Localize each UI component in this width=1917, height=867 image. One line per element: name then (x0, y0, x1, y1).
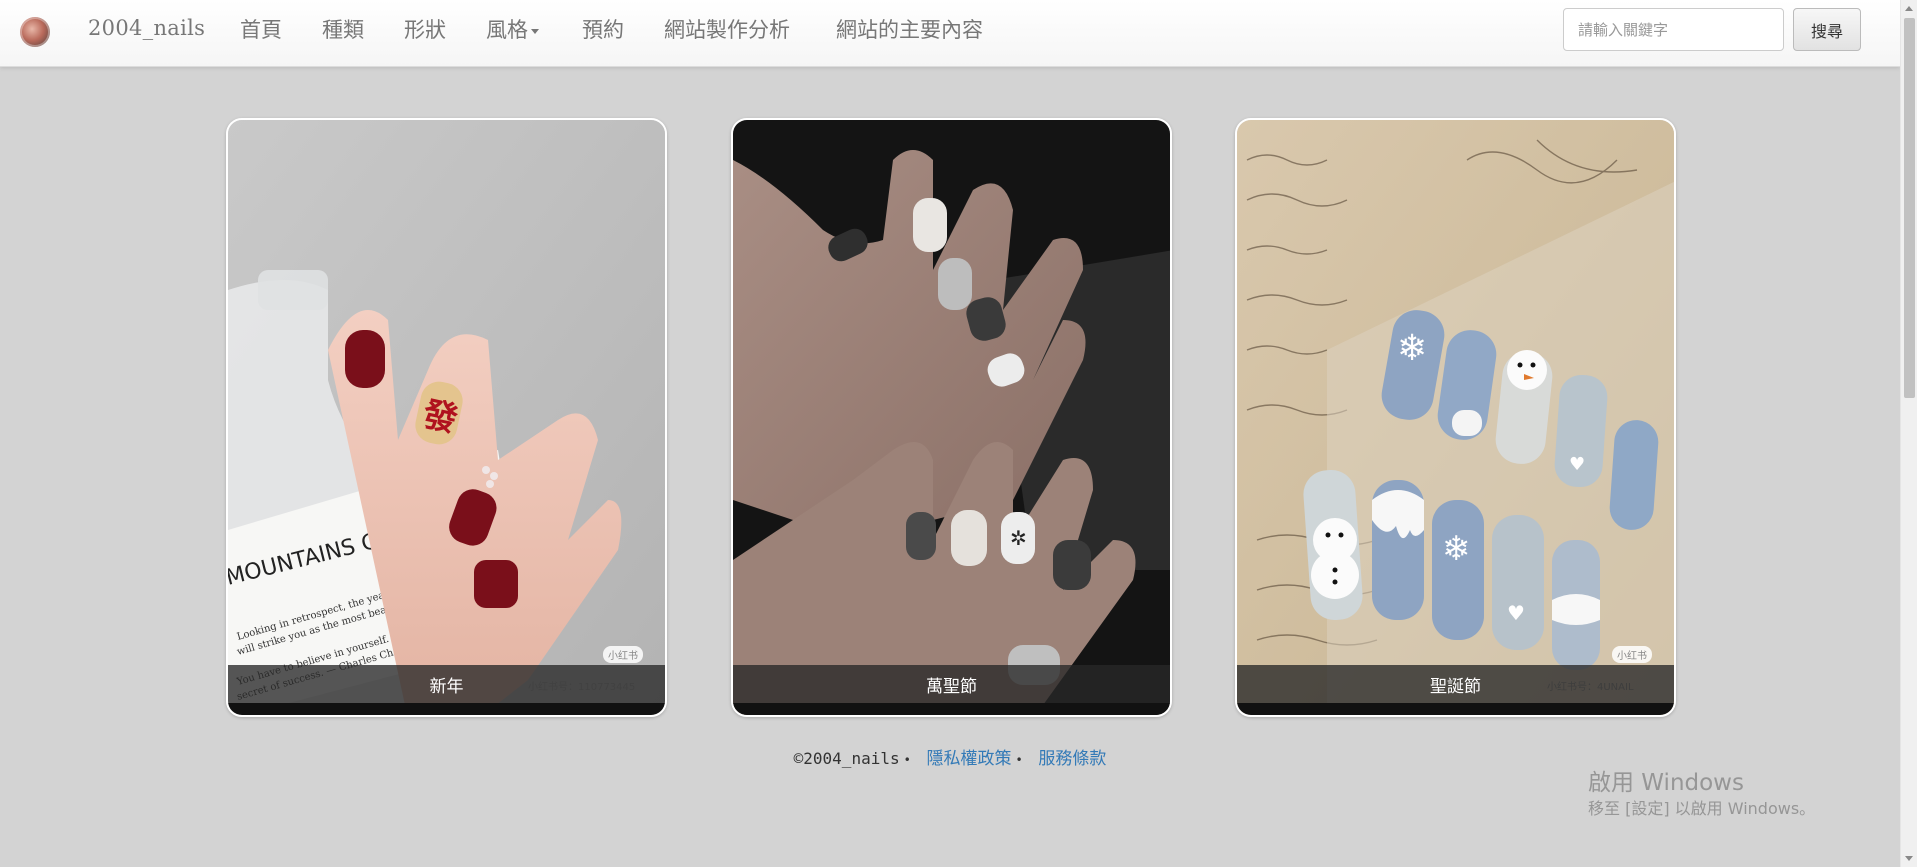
search-input[interactable] (1563, 8, 1784, 51)
search-button[interactable]: 搜尋 (1793, 8, 1861, 51)
svg-text:♥: ♥ (1569, 454, 1585, 475)
svg-text:❄: ❄ (1442, 529, 1471, 569)
windows-activation-title: 啟用 Windows (1588, 770, 1744, 796)
card-caption: 萬聖節 (733, 665, 1170, 703)
card-bottom-bar (228, 703, 665, 715)
svg-text:✲: ✲ (1010, 526, 1027, 550)
svg-text:❄: ❄ (1397, 328, 1427, 369)
scroll-thumb[interactable] (1904, 18, 1915, 398)
nav-shapes[interactable]: 形狀 (404, 14, 446, 44)
copyright-text: ©2004_nails (793, 749, 900, 768)
card-caption: 聖誕節 (1237, 665, 1674, 703)
windows-activation-subtitle: 移至 [設定] 以啟用 Windows。 (1588, 799, 1816, 818)
christmas-nails-image: ❄ ♥ ❄ ♥ 小红书号：4UNAIL (1237, 120, 1674, 715)
terms-of-service-link[interactable]: 服務條款 (1038, 749, 1106, 769)
nav-home[interactable]: 首頁 (240, 14, 282, 44)
vertical-scrollbar[interactable] (1900, 0, 1917, 867)
card-halloween[interactable]: ✲ 萬聖節 (731, 118, 1172, 717)
new-year-nails-image: MOUNTAINS CACTUS Looking in retrospect, … (228, 120, 665, 715)
svg-text:♥: ♥ (1507, 601, 1525, 625)
halloween-nails-image: ✲ (733, 120, 1170, 715)
badge-label: 小红书 (1612, 646, 1652, 663)
brand-logo-icon[interactable] (20, 17, 50, 47)
nav-styles-label: 風格 (486, 18, 528, 42)
card-christmas[interactable]: ❄ ♥ ❄ ♥ 小红书号：4UNAIL 小红书 聖誕節 (1235, 118, 1676, 717)
scroll-down-arrow-icon[interactable] (1905, 856, 1913, 861)
card-new-year[interactable]: MOUNTAINS CACTUS Looking in retrospect, … (226, 118, 667, 717)
scroll-up-arrow-icon[interactable] (1905, 6, 1913, 11)
badge-label: 小红书 (603, 646, 643, 663)
privacy-policy-link[interactable]: 隱私權政策 (926, 749, 1011, 769)
nav-site-analysis[interactable]: 網站製作分析 (664, 14, 790, 44)
nav-styles-dropdown[interactable]: 風格 (486, 14, 539, 44)
footer-separator: • (903, 753, 911, 767)
nav-site-content[interactable]: 網站的主要內容 (836, 14, 983, 44)
card-bottom-bar (733, 703, 1170, 715)
nav-types[interactable]: 種類 (322, 14, 364, 44)
brand-link[interactable]: 2004_nails (88, 16, 205, 40)
card-caption: 新年 (228, 665, 665, 703)
card-bottom-bar (1237, 703, 1674, 715)
top-navbar: 2004_nails 首頁 種類 形狀 風格 預約 網站製作分析 網站的主要內容… (0, 0, 1900, 67)
footer-separator: • (1015, 753, 1023, 767)
caret-down-icon (531, 29, 539, 34)
nav-booking[interactable]: 預約 (582, 14, 624, 44)
